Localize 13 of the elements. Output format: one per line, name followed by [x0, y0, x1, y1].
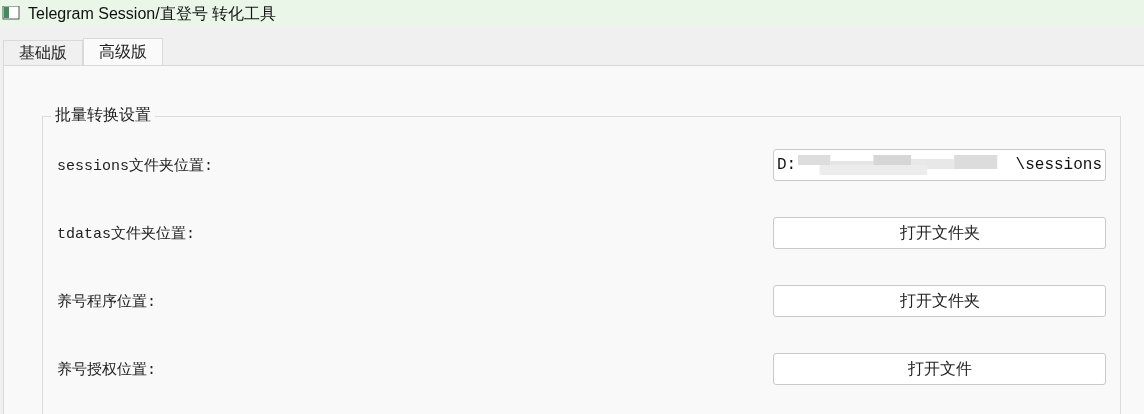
window-title: Telegram Session/直登号 转化工具 — [28, 3, 277, 23]
open-button[interactable]: 打开文件夹 — [773, 285, 1106, 317]
tab[interactable]: 基础版 — [3, 40, 83, 65]
field-label: tdatas文件夹位置: — [57, 224, 195, 243]
field-label: 养号程序位置: — [57, 292, 156, 311]
path-field[interactable]: D: \sessions — [773, 149, 1106, 181]
group-title: 批量转换设置 — [51, 105, 155, 126]
field-label: sessions文件夹位置: — [57, 156, 213, 175]
tab[interactable]: 高级版 — [83, 38, 163, 65]
open-button[interactable]: 打开文件夹 — [773, 217, 1106, 249]
field-label: 养号授权位置: — [57, 360, 156, 379]
open-button[interactable]: 打开文件 — [773, 353, 1106, 385]
app-icon — [2, 6, 20, 20]
